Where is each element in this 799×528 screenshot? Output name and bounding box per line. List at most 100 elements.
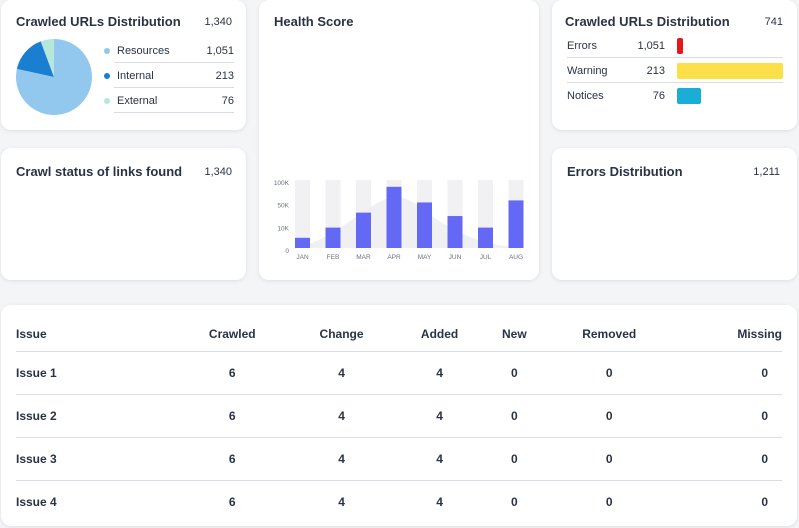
severity-label: Warning xyxy=(567,64,608,77)
x-tick-label: MAY xyxy=(418,254,432,261)
cell-missing: 0 xyxy=(761,494,768,509)
cell-missing: 0 xyxy=(674,437,782,481)
y-tick-label: 10K xyxy=(277,225,289,232)
severity-row-errors: Errors 1,051 xyxy=(567,33,783,58)
bar-jul xyxy=(478,227,493,248)
x-tick-label: JAN xyxy=(296,254,309,261)
column-header-issue[interactable]: Issue xyxy=(16,305,176,352)
x-tick-label: JUL xyxy=(480,254,492,261)
legend-item-external: External 76 xyxy=(104,88,234,113)
cell-issue: Issue 1 xyxy=(16,351,176,395)
y-tick-label: 100K xyxy=(274,180,290,187)
bar-jan xyxy=(295,237,310,248)
errors-distribution-card: Errors Distribution 1,211 xyxy=(552,148,797,280)
bar-feb xyxy=(325,227,341,248)
table-row[interactable]: Issue 4 6 4 4 0 0 0 xyxy=(16,480,782,523)
card-title: Crawled URLs Distribution xyxy=(565,14,730,29)
bar-apr xyxy=(386,186,402,248)
severity-label: Notices xyxy=(567,89,604,102)
column-header-new[interactable]: New xyxy=(484,305,545,352)
legend-label: Resources xyxy=(117,44,170,57)
pie-chart xyxy=(15,38,93,116)
card-title: Crawl status of links found xyxy=(16,164,183,179)
cell-added: 4 xyxy=(394,437,485,481)
table-row[interactable]: Issue 1 6 4 4 0 0 0 xyxy=(16,351,782,395)
x-tick-label: FEB xyxy=(327,254,340,261)
legend-value: 76 xyxy=(221,94,234,107)
severity-row-notices: Notices 76 xyxy=(567,83,783,108)
column-header-change[interactable]: Change xyxy=(288,305,395,352)
column-header-added[interactable]: Added xyxy=(394,305,485,352)
column-header-removed[interactable]: Removed xyxy=(544,305,675,352)
severity-bar-fill xyxy=(677,62,783,79)
legend-value: 1,051 xyxy=(206,44,234,57)
legend-dot xyxy=(104,47,110,54)
card-count: 741 xyxy=(764,16,783,28)
severity-bar-fill xyxy=(677,87,702,104)
crawl-status-card: Crawl status of links found 1,340 xyxy=(1,148,246,280)
severity-bar-fill xyxy=(677,37,684,54)
bar-mar xyxy=(356,212,371,248)
cell-added: 4 xyxy=(394,394,485,438)
cell-new: 0 xyxy=(484,437,545,481)
severity-value: 1,051 xyxy=(637,39,665,52)
x-tick-label: JUN xyxy=(449,254,462,261)
monthly-bar-chart: 100K 50K 10K 0 JAN FEB MAR APR MAY JUN JUL AUG xyxy=(274,180,524,261)
table-row[interactable]: Issue 2 6 4 4 0 0 0 xyxy=(16,394,782,438)
table-row[interactable]: Issue 3 6 4 4 0 0 0 xyxy=(16,437,782,481)
legend-item-internal: Internal 213 xyxy=(104,63,234,88)
cell-added: 4 xyxy=(394,351,485,395)
cell-crawled: 6 xyxy=(176,437,289,481)
cell-removed: 0 xyxy=(544,351,675,395)
y-tick-label: 50K xyxy=(277,203,289,210)
cell-removed: 0 xyxy=(605,494,613,509)
cell-removed: 0 xyxy=(544,394,675,438)
cell-new: 0 xyxy=(511,494,518,509)
cell-change: 4 xyxy=(338,494,345,509)
severity-bar-track xyxy=(677,37,783,54)
cell-added: 4 xyxy=(436,494,443,509)
card-title: Crawled URLs Distribution xyxy=(16,14,181,29)
cell-crawled: 6 xyxy=(176,351,289,395)
legend-item-resources: Resources 1,051 xyxy=(104,38,234,63)
severity-bar-track xyxy=(677,62,783,79)
severity-label: Errors xyxy=(567,39,597,52)
severity-list: Errors 1,051 Warning 213 Notices 76 xyxy=(567,33,783,108)
legend-dot xyxy=(104,97,110,104)
pie-legend: Resources 1,051 Internal 213 External 76 xyxy=(104,38,234,113)
bar-aug xyxy=(508,200,524,248)
cell-change: 4 xyxy=(288,394,395,438)
severity-value: 76 xyxy=(652,89,665,102)
card-count: 1,340 xyxy=(204,166,232,178)
card-count: 1,211 xyxy=(753,166,780,178)
x-tick-label: MAR xyxy=(356,254,371,261)
column-header-missing[interactable]: Missing xyxy=(674,305,782,352)
table-header-row: Issue Crawled Change Added New Removed M… xyxy=(16,305,782,352)
cell-crawled: 6 xyxy=(176,394,289,438)
card-title: Health Score xyxy=(274,14,354,29)
x-tick-label: AUG xyxy=(509,254,523,261)
crawled-urls-severity-card: Crawled URLs Distribution 741 Errors 1,0… xyxy=(552,0,797,130)
bar-jun xyxy=(447,216,463,248)
legend-label: Internal xyxy=(117,69,154,82)
severity-row-warning: Warning 213 xyxy=(567,58,783,83)
card-count: 1,340 xyxy=(204,16,232,28)
y-tick-label: 0 xyxy=(285,248,289,255)
issues-table: Issue Crawled Change Added New Removed M… xyxy=(16,305,782,523)
legend-dot xyxy=(104,72,110,79)
severity-bar-track xyxy=(677,87,783,104)
bar-may xyxy=(417,202,432,248)
card-title: Errors Distribution xyxy=(567,164,683,179)
column-header-crawled[interactable]: Crawled xyxy=(176,305,289,352)
crawled-urls-distribution-card: Crawled URLs Distribution 1,340 Resource… xyxy=(1,0,246,130)
cell-change: 4 xyxy=(288,351,395,395)
cell-issue: Issue 2 xyxy=(16,394,176,438)
cell-missing: 0 xyxy=(674,394,782,438)
severity-value: 213 xyxy=(646,64,665,77)
cell-issue: Issue 4 xyxy=(16,494,57,509)
cell-issue: Issue 3 xyxy=(16,437,176,481)
cell-change: 4 xyxy=(288,437,395,481)
cell-new: 0 xyxy=(484,394,545,438)
cell-removed: 0 xyxy=(544,437,675,481)
cell-crawled: 6 xyxy=(228,494,236,509)
